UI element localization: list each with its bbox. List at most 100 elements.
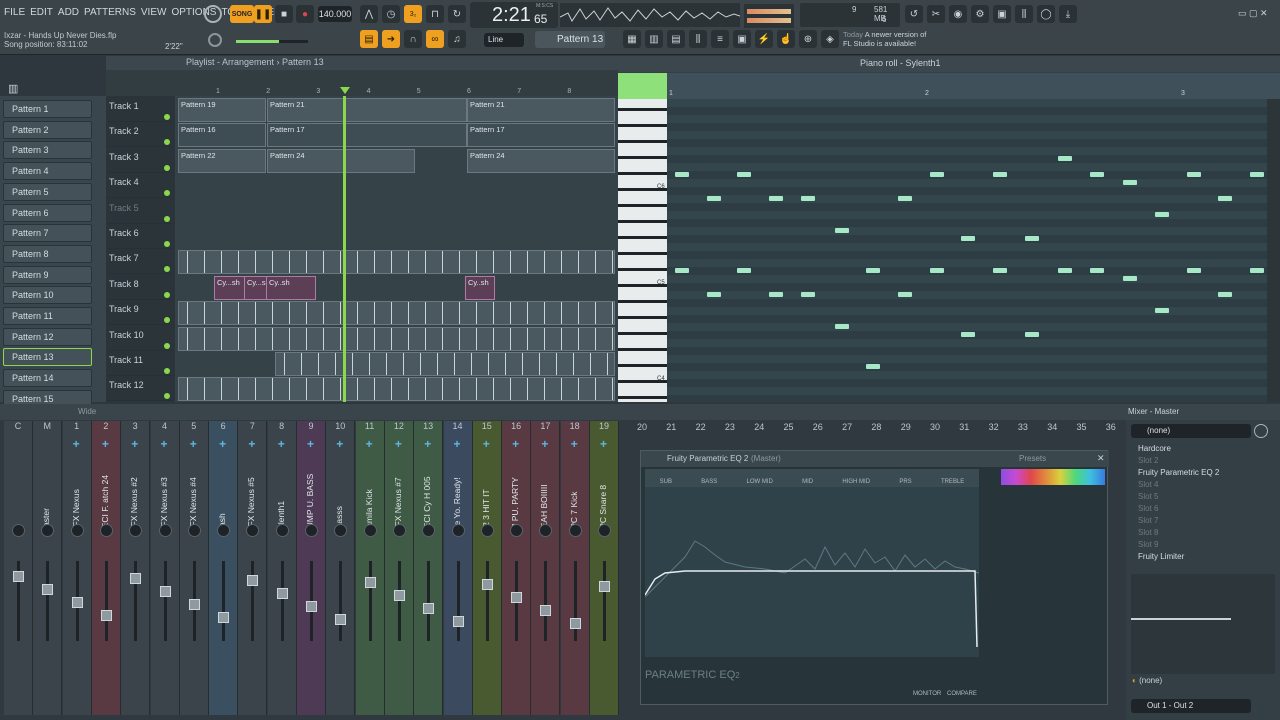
route-plus-icon[interactable]: + — [131, 437, 138, 451]
piano-roll-note[interactable] — [1058, 268, 1072, 273]
pan-knob[interactable] — [246, 524, 260, 537]
mixer-strip[interactable]: 7 + reFX Nexus #5 — [238, 421, 268, 715]
mixer-strip[interactable]: 17 + YEAH BOIIIII — [531, 421, 561, 715]
volume-fader-track[interactable] — [427, 561, 431, 641]
mixer-strip[interactable]: 6 + crash — [209, 421, 239, 715]
insert-input-select[interactable]: (none) — [1131, 424, 1251, 438]
pattern-item[interactable]: Pattern 2 — [3, 120, 92, 139]
arrow-icon[interactable]: ➜ — [382, 30, 400, 48]
route-plus-icon[interactable]: + — [278, 437, 285, 451]
piano-roll-note[interactable] — [769, 196, 783, 201]
eq-titlebar[interactable]: Fruity Parametric EQ 2 (Master) Presets … — [641, 451, 1109, 467]
volume-fader-track[interactable] — [603, 561, 606, 641]
pattern-item[interactable]: Pattern 13 — [3, 348, 92, 367]
eq-monitor-label[interactable]: MONITOR — [913, 691, 941, 697]
record-button[interactable]: ● — [296, 5, 314, 23]
mixer-strip[interactable]: 10 + Baasss — [326, 421, 356, 715]
playlist-clip[interactable]: Pattern 21 — [467, 98, 615, 122]
piano-roll-note[interactable] — [1090, 268, 1104, 273]
piano-roll-note[interactable] — [769, 292, 783, 297]
track-mute-icon[interactable] — [164, 291, 170, 298]
piano-roll-note[interactable] — [801, 292, 815, 297]
volume-fader-cap[interactable] — [481, 579, 493, 590]
mixer-strip[interactable]: M Master — [33, 421, 63, 715]
download-icon[interactable]: ⤓ — [1059, 5, 1077, 23]
volume-fader-cap[interactable] — [364, 577, 376, 588]
pattern-clip[interactable] — [178, 250, 615, 275]
playlist-clip[interactable]: Pattern 21 — [267, 98, 467, 122]
pattern-mode-icon[interactable]: ▤ — [360, 30, 378, 48]
volume-fader-track[interactable] — [544, 561, 548, 641]
piano-roll-note[interactable] — [737, 268, 751, 273]
route-plus-icon[interactable]: + — [541, 437, 548, 451]
pan-knob[interactable] — [305, 524, 318, 537]
piano-roll-note[interactable] — [801, 196, 815, 201]
pan-knob[interactable] — [41, 524, 55, 537]
track-header[interactable]: Track 4 — [107, 173, 173, 199]
route-plus-icon[interactable]: + — [424, 437, 431, 451]
mixer-strip[interactable]: 15 +1 2 3 HIT IT — [472, 421, 502, 715]
insert-slot[interactable]: Hardcore — [1128, 444, 1278, 456]
piano-roll-note[interactable] — [1025, 332, 1039, 337]
pattern-item[interactable]: Pattern 8 — [3, 244, 92, 263]
volume-fader-cap[interactable] — [247, 575, 259, 586]
play-button[interactable]: ❚❚ — [254, 5, 272, 23]
piano-roll-note[interactable] — [1155, 212, 1169, 217]
piano-roll-note[interactable] — [707, 292, 721, 297]
pan-knob[interactable] — [187, 524, 201, 537]
route-plus-icon[interactable]: + — [219, 437, 226, 451]
piano-roll-note[interactable] — [1090, 172, 1104, 177]
pattern-clip[interactable] — [178, 377, 615, 402]
route-plus-icon[interactable]: + — [190, 437, 197, 451]
pattern-item[interactable]: Pattern 11 — [3, 307, 92, 325]
pan-knob[interactable] — [510, 524, 524, 537]
pan-knob[interactable] — [217, 524, 231, 537]
playlist-clip[interactable]: Pattern 24 — [267, 148, 415, 173]
volume-fader-track[interactable] — [163, 561, 167, 641]
pan-knob[interactable] — [99, 524, 113, 537]
wait-record-icon[interactable]: ◷ — [382, 5, 400, 23]
track-header[interactable]: Track 9 — [107, 300, 173, 326]
piano-roll-note[interactable] — [707, 196, 721, 201]
piano-roll-note[interactable] — [737, 172, 751, 177]
mixer-strip[interactable]: C — [4, 421, 33, 715]
volume-fader-cap[interactable] — [335, 614, 347, 625]
volume-fader-track[interactable] — [251, 561, 255, 641]
mixer-view-icon[interactable]: ⫼ — [689, 30, 707, 48]
piano-roll-note[interactable] — [1155, 308, 1169, 313]
volume-fader-cap[interactable] — [393, 590, 405, 601]
track-mute-icon[interactable] — [164, 114, 170, 120]
volume-fader-cap[interactable] — [13, 571, 24, 582]
menu-file[interactable]: FILE — [4, 7, 25, 18]
insert-slot[interactable]: Slot 6 — [1128, 504, 1278, 516]
pattern-clip[interactable] — [178, 301, 615, 326]
playlist-clip[interactable]: Pattern 17 — [467, 123, 615, 148]
track-header[interactable]: Track 11 — [107, 351, 173, 376]
track-mute-icon[interactable] — [164, 215, 170, 222]
volume-fader-track[interactable] — [368, 561, 372, 641]
playlist-icon[interactable]: ▦ — [623, 30, 641, 48]
mixer-strip[interactable]: 3 + reFX Nexus #2 — [121, 421, 151, 715]
link-icon[interactable]: ∞ — [426, 30, 444, 48]
track-header[interactable]: Track 2 — [107, 122, 173, 148]
cut-icon[interactable]: ✂ — [927, 5, 945, 23]
pan-knob[interactable] — [129, 524, 143, 537]
pattern-item[interactable]: Pattern 10 — [3, 286, 92, 305]
playlist-clip[interactable]: Pattern 19 — [178, 98, 266, 122]
pan-knob[interactable] — [422, 524, 436, 537]
mixer-strip[interactable]: 14 + Are Yo. Ready! — [443, 421, 473, 715]
route-plus-icon[interactable]: + — [248, 437, 255, 451]
route-plus-icon[interactable]: + — [512, 437, 519, 451]
countdown-icon[interactable]: 3₂ — [404, 5, 422, 23]
volume-fader-track[interactable] — [573, 561, 577, 641]
route-plus-icon[interactable]: + — [336, 437, 343, 451]
touch-icon[interactable]: ☝ — [777, 30, 795, 48]
volume-fader-cap[interactable] — [276, 588, 288, 599]
pattern-item[interactable]: Pattern 12 — [3, 327, 92, 346]
pan-knob[interactable] — [70, 524, 84, 537]
playhead[interactable] — [343, 96, 346, 402]
piano-roll-note[interactable] — [961, 236, 975, 241]
pan-knob[interactable] — [598, 524, 611, 537]
eq-band-faders[interactable] — [1001, 469, 1105, 679]
mixer-strip[interactable]: 5 + reFX Nexus #4 — [179, 421, 209, 715]
